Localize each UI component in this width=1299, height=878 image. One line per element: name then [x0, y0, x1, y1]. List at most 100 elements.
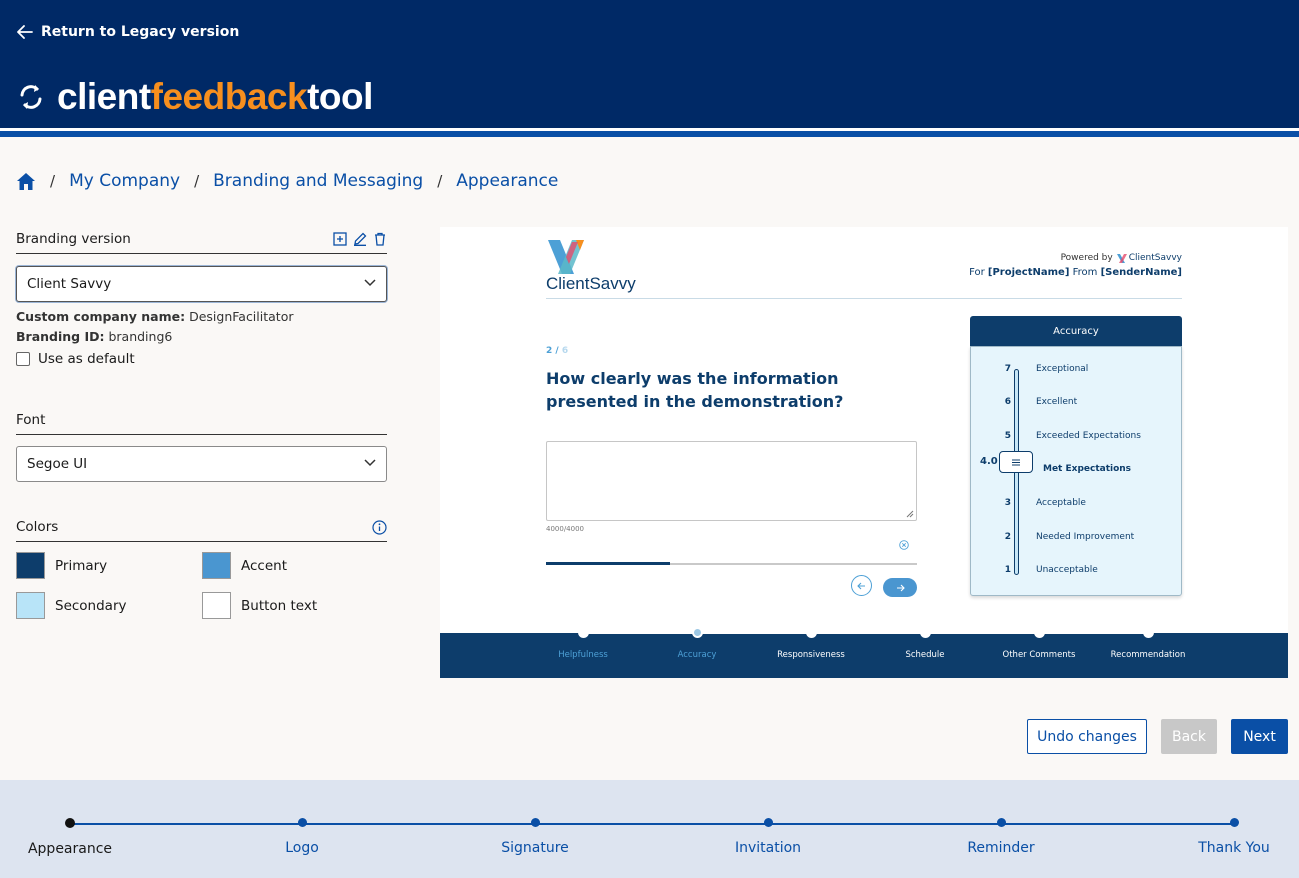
preview-step[interactable]: Schedule [865, 627, 985, 660]
arrow-right-icon [896, 584, 905, 591]
trash-icon[interactable] [373, 232, 387, 246]
color-label: Accent [241, 557, 287, 574]
arrow-left-icon [17, 25, 33, 39]
preview-step[interactable]: Helpfulness [523, 627, 643, 660]
comment-textarea[interactable] [546, 441, 917, 521]
colors-title: Colors [16, 519, 59, 535]
company-name-row: Custom company name: DesignFacilitator [16, 309, 294, 324]
brand-wordmark: clientfeedbacktool [57, 76, 373, 117]
chevron-down-icon [364, 459, 376, 467]
font-header: Font [16, 412, 387, 435]
preview-divider [546, 298, 1182, 299]
scale-current-value: 4.0 [980, 456, 998, 467]
font-title: Font [16, 412, 46, 428]
prev-question-button[interactable] [851, 575, 872, 596]
branding-header: Branding version [16, 231, 387, 254]
clientsavvy-logo-icon [548, 240, 584, 274]
resize-grip-icon[interactable] [906, 510, 914, 518]
breadcrumb-separator: / [194, 172, 200, 190]
preview-step-current[interactable]: Accuracy [637, 627, 757, 660]
breadcrumb-branding-messaging[interactable]: Branding and Messaging [213, 171, 423, 191]
question-counter: 2 / 6 [546, 346, 569, 356]
clientsavvy-mini-icon [1116, 253, 1127, 263]
branding-version-value: Client Savvy [27, 276, 112, 292]
company-name-value: DesignFacilitator [189, 309, 294, 324]
font-select[interactable]: Segoe UI [16, 446, 387, 482]
color-swatch[interactable] [16, 592, 45, 619]
char-count: 4000/4000 [546, 525, 584, 533]
next-button[interactable]: Next [1231, 719, 1288, 754]
color-accent[interactable]: Accent [202, 552, 287, 579]
breadcrumb-my-company[interactable]: My Company [69, 171, 180, 191]
return-legacy-link[interactable]: Return to Legacy version [17, 24, 239, 40]
breadcrumb-separator: / [437, 172, 443, 190]
color-swatch[interactable] [16, 552, 45, 579]
breadcrumb-separator: / [50, 172, 56, 190]
colors-header: Colors [16, 519, 387, 542]
preview-logo-text: ClientSavvy [546, 274, 636, 293]
header-stripe-blue [0, 131, 1299, 137]
rating-scale: 7 Exceptional 6 Excellent 5 Exceeded Expect… [970, 346, 1182, 596]
grip-lines-icon [1012, 459, 1020, 465]
breadcrumb: / My Company / Branding and Messaging / … [16, 171, 558, 191]
next-question-button[interactable] [883, 578, 917, 597]
brand-logo: clientfeedbacktool [17, 76, 373, 118]
scale-slider-thumb[interactable] [999, 451, 1033, 473]
color-label: Secondary [55, 597, 127, 614]
scale-option[interactable]: 6 Excellent [971, 397, 1183, 411]
preview-step[interactable]: Other Comments [979, 627, 1099, 660]
color-swatch[interactable] [202, 552, 231, 579]
stepper-step-thank-you[interactable]: Thank You [1164, 818, 1299, 856]
stepper-step-logo[interactable]: Logo [232, 818, 372, 856]
survey-preview: ClientSavvy Powered by ClientSavvy For [… [440, 227, 1288, 678]
refresh-cycle-icon [20, 85, 42, 109]
progress-fill [546, 562, 670, 565]
wizard-stepper: Appearance Logo Signature Invitation Rem… [0, 780, 1299, 878]
back-button[interactable]: Back [1161, 719, 1217, 754]
colors-section: Colors Primary Accent Secondary Button t… [16, 519, 387, 632]
clear-icon[interactable] [899, 540, 909, 550]
branding-id-row: Branding ID: branding6 [16, 329, 173, 344]
checkbox-box[interactable] [16, 352, 30, 366]
font-section: Font Segoe UI [16, 412, 387, 482]
color-label: Button text [241, 597, 318, 614]
for-from-line: For [ProjectName] From [SenderName] [969, 267, 1182, 278]
powered-brand: ClientSavvy [1128, 253, 1182, 263]
colors-grid: Primary Accent Secondary Button text [16, 552, 387, 632]
return-legacy-label: Return to Legacy version [41, 24, 240, 40]
question-text: How clearly was the information presente… [546, 369, 844, 411]
breadcrumb-appearance[interactable]: Appearance [456, 171, 558, 191]
use-default-checkbox[interactable]: Use as default [16, 351, 387, 367]
preview-step[interactable]: Responsiveness [751, 627, 871, 660]
color-button-text[interactable]: Button text [202, 592, 317, 619]
add-icon[interactable] [333, 232, 347, 246]
scale-option[interactable]: 5 Exceeded Expectations [971, 431, 1183, 445]
stepper-step-invitation[interactable]: Invitation [698, 818, 838, 856]
branding-id-value: branding6 [108, 329, 173, 344]
chevron-down-icon [364, 279, 376, 287]
branding-title: Branding version [16, 231, 131, 247]
scale-option[interactable]: 7 Exceptional [971, 364, 1183, 378]
arrow-left-icon [857, 582, 865, 589]
powered-by: Powered by ClientSavvy [1060, 253, 1182, 263]
stepper-step-appearance[interactable]: Appearance [0, 818, 140, 857]
edit-icon[interactable] [353, 232, 367, 246]
scale-option[interactable]: 3 Acceptable [971, 498, 1183, 512]
top-header: Return to Legacy version clientfeedbackt… [0, 0, 1299, 128]
color-label: Primary [55, 557, 108, 574]
stepper-step-signature[interactable]: Signature [465, 818, 605, 856]
scale-option[interactable]: 2 Needed Improvement [971, 532, 1183, 546]
font-value: Segoe UI [27, 456, 88, 472]
stepper-step-reminder[interactable]: Reminder [931, 818, 1071, 856]
info-icon[interactable] [372, 519, 387, 535]
color-swatch[interactable] [202, 592, 231, 619]
scale-option[interactable]: 1 Unacceptable [971, 565, 1183, 579]
color-primary[interactable]: Primary [16, 552, 107, 579]
home-icon[interactable] [16, 172, 36, 191]
undo-changes-button[interactable]: Undo changes [1027, 719, 1147, 754]
branding-section: Branding version Client Savvy Custom com… [16, 231, 387, 367]
scale-title: Accuracy [970, 316, 1182, 347]
color-secondary[interactable]: Secondary [16, 592, 127, 619]
branding-version-select[interactable]: Client Savvy [16, 266, 387, 302]
preview-step[interactable]: Recommendation [1088, 627, 1208, 660]
